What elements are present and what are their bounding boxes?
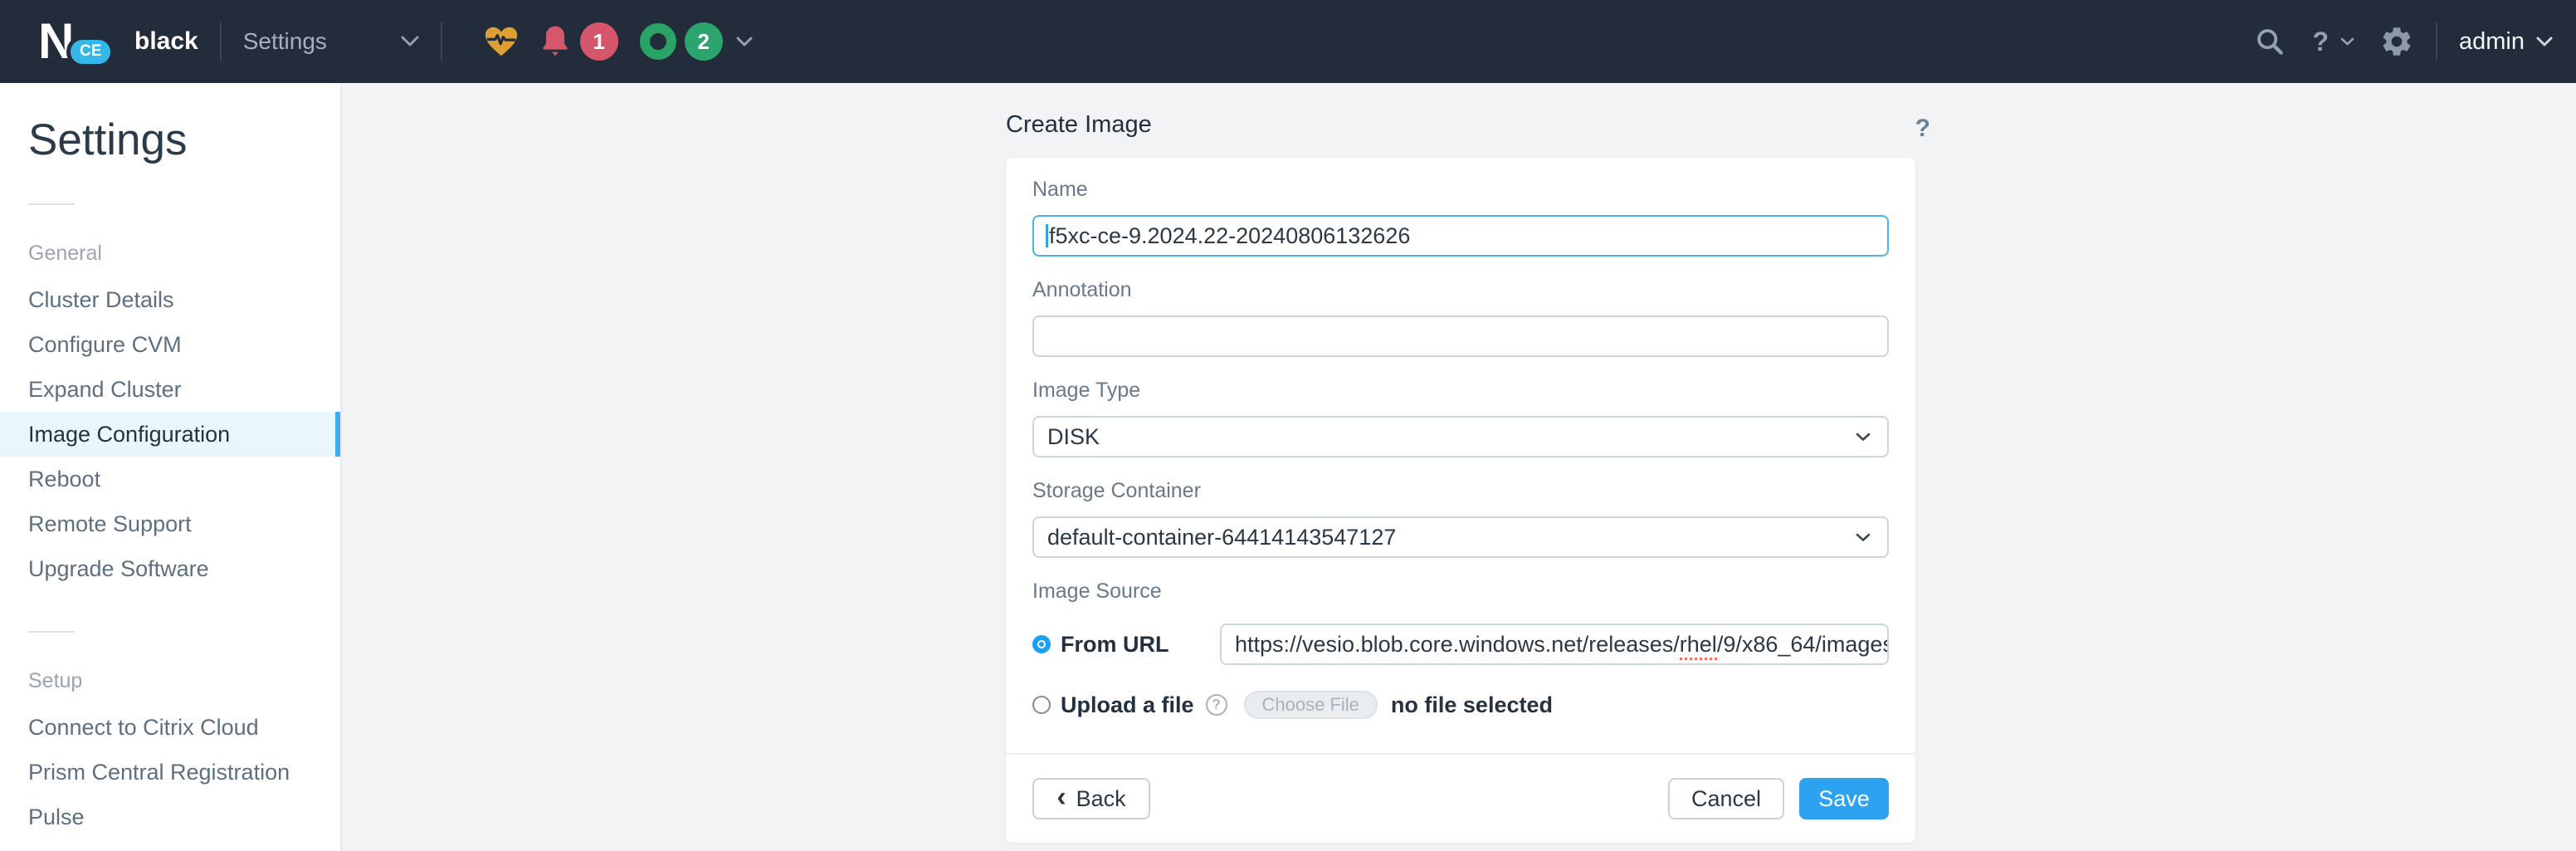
sidebar-item-upgrade-software[interactable]: Upgrade Software bbox=[0, 546, 340, 591]
sidebar-item-image-configuration[interactable]: Image Configuration bbox=[0, 412, 340, 457]
storage-container-select[interactable]: default-container-64414143547127 bbox=[1032, 516, 1889, 558]
topbar: N CE black Settings 1 2 bbox=[0, 0, 2576, 83]
help-icon[interactable]: ? bbox=[1915, 115, 1930, 143]
user-menu[interactable]: admin bbox=[2459, 28, 2553, 56]
cluster-name: black bbox=[134, 27, 198, 56]
sidebar-item-connect-citrix-cloud[interactable]: Connect to Citrix Cloud bbox=[0, 705, 340, 750]
page-title: Create Image bbox=[1006, 83, 1915, 139]
choose-file-button[interactable]: Choose File bbox=[1244, 691, 1378, 719]
topbar-divider bbox=[220, 22, 222, 61]
chevron-down-icon[interactable] bbox=[736, 37, 753, 47]
from-url-label: From URL bbox=[1061, 632, 1169, 658]
name-value: f5xc-ce-9.2024.22-20240806132626 bbox=[1049, 223, 1410, 249]
upload-file-label: Upload a file bbox=[1061, 692, 1194, 718]
image-source-url: https://vesio.blob.core.windows.net/rele… bbox=[1235, 632, 1889, 658]
sidebar-item-expand-cluster[interactable]: Expand Cluster bbox=[0, 367, 340, 412]
create-image-card: Name f5xc-ce-9.2024.22-20240806132626 An… bbox=[1006, 158, 1915, 843]
section-label-setup: Setup bbox=[28, 669, 340, 693]
user-name: admin bbox=[2459, 28, 2525, 56]
annotation-label: Annotation bbox=[1032, 278, 1889, 302]
sidebar-item-label: Image Configuration bbox=[28, 422, 230, 448]
image-type-label: Image Type bbox=[1032, 379, 1889, 403]
create-image-dialog: Create Image ? Name f5xc-ce-9.2024.22-20… bbox=[1006, 83, 1915, 843]
active-indicator bbox=[335, 412, 340, 457]
ce-badge: CE bbox=[66, 36, 115, 68]
nav-dropdown-label: Settings bbox=[243, 28, 327, 55]
tasks-ring-icon[interactable] bbox=[640, 23, 676, 60]
dialog-footer: ‹ Back Cancel Save bbox=[1032, 778, 1889, 819]
chevron-down-icon bbox=[401, 36, 419, 47]
chevron-left-icon: ‹ bbox=[1056, 783, 1066, 811]
back-label: Back bbox=[1076, 786, 1126, 812]
nutanix-logo[interactable]: N CE bbox=[38, 9, 111, 74]
name-label: Name bbox=[1032, 178, 1889, 202]
alerts-count-badge[interactable]: 1 bbox=[580, 22, 618, 61]
back-button[interactable]: ‹ Back bbox=[1032, 778, 1150, 819]
alerts-bell-icon[interactable] bbox=[539, 23, 572, 60]
sidebar-item-reboot[interactable]: Reboot bbox=[0, 457, 340, 501]
from-url-radio[interactable] bbox=[1032, 635, 1051, 653]
sidebar-divider bbox=[28, 631, 75, 633]
chevron-down-icon bbox=[1856, 433, 1871, 442]
sidebar-item-cluster-details[interactable]: Cluster Details bbox=[0, 277, 340, 322]
help-menu[interactable]: ? bbox=[2312, 27, 2329, 57]
chevron-down-icon[interactable] bbox=[2340, 37, 2354, 46]
section-label-general: General bbox=[28, 242, 340, 266]
save-button[interactable]: Save bbox=[1799, 778, 1889, 819]
gear-icon[interactable] bbox=[2379, 24, 2414, 59]
question-circle-icon[interactable]: ? bbox=[1206, 694, 1227, 716]
storage-container-value: default-container-64414143547127 bbox=[1047, 525, 1396, 550]
image-type-value: DISK bbox=[1047, 424, 1100, 450]
nav-dropdown[interactable]: Settings bbox=[243, 28, 419, 55]
upload-file-radio[interactable] bbox=[1032, 696, 1051, 714]
image-type-select[interactable]: DISK bbox=[1032, 416, 1889, 457]
upload-file-row: Upload a file ? Choose File no file sele… bbox=[1032, 687, 1889, 723]
annotation-input[interactable] bbox=[1032, 315, 1889, 357]
chevron-down-icon bbox=[2536, 37, 2553, 47]
text-caret bbox=[1046, 224, 1048, 247]
tasks-count-badge[interactable]: 2 bbox=[685, 22, 723, 61]
chevron-down-icon bbox=[1856, 533, 1871, 542]
topbar-divider bbox=[2436, 22, 2437, 61]
sidebar-item-remote-support[interactable]: Remote Support bbox=[0, 501, 340, 546]
cancel-button[interactable]: Cancel bbox=[1668, 778, 1784, 819]
footer-divider bbox=[1006, 753, 1915, 755]
name-input[interactable]: f5xc-ce-9.2024.22-20240806132626 bbox=[1032, 215, 1889, 257]
sidebar-title: Settings bbox=[28, 115, 340, 165]
main-content: Create Image ? Name f5xc-ce-9.2024.22-20… bbox=[344, 83, 2576, 851]
from-url-row: From URL https://vesio.blob.core.windows… bbox=[1032, 624, 1889, 665]
sidebar-item-configure-cvm[interactable]: Configure CVM bbox=[0, 322, 340, 367]
image-source-label: Image Source bbox=[1032, 580, 1889, 604]
health-heart-icon[interactable] bbox=[482, 22, 520, 61]
topbar-divider bbox=[441, 22, 442, 61]
settings-sidebar: Settings General Cluster Details Configu… bbox=[0, 83, 342, 851]
url-input[interactable]: https://vesio.blob.core.windows.net/rele… bbox=[1220, 624, 1889, 665]
sidebar-item-pulse[interactable]: Pulse bbox=[0, 795, 340, 839]
sidebar-divider bbox=[28, 203, 75, 205]
file-status-text: no file selected bbox=[1391, 692, 1553, 718]
storage-container-label: Storage Container bbox=[1032, 479, 1889, 503]
search-icon[interactable] bbox=[2254, 26, 2286, 57]
sidebar-item-prism-central-registration[interactable]: Prism Central Registration bbox=[0, 750, 340, 795]
